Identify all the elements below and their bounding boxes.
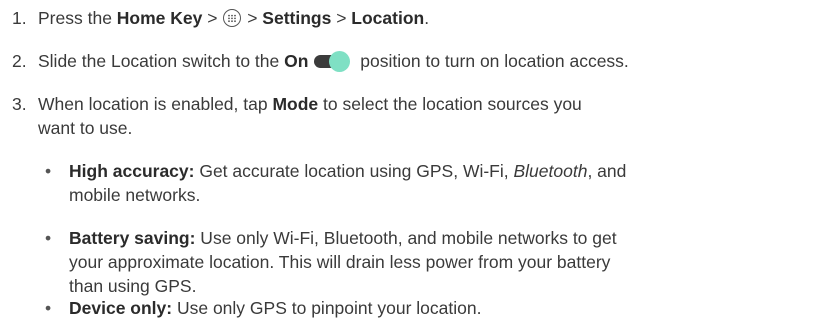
bullet-battery-saving-line1: Battery saving: Use only Wi-Fi, Bluetoot… xyxy=(69,227,617,249)
device-only-label: Device only: xyxy=(69,298,173,318)
step-3-number: 3. xyxy=(12,94,27,114)
on-label: On xyxy=(284,51,309,71)
settings-label: Settings xyxy=(262,8,332,28)
mode-label: Mode xyxy=(272,94,319,114)
high-accuracy-text-end: , and xyxy=(587,161,627,181)
battery-saving-label: Battery saving: xyxy=(69,228,196,248)
step-2-text: Slide the Location switch to the On posi… xyxy=(38,50,629,72)
step-2-number: 2. xyxy=(12,51,27,71)
step-1-number: 1. xyxy=(12,8,27,28)
bullet-device-only-line1: Device only: Use only GPS to pinpoint yo… xyxy=(69,297,481,319)
bullet-marker: • xyxy=(45,298,52,318)
bullet-high-accuracy-line2: mobile networks. xyxy=(69,185,201,205)
step-2-pre: Slide the Location switch to the xyxy=(38,51,285,71)
step-3-text-line2: want to use. xyxy=(38,118,133,138)
step-3-pre: When location is enabled, tap xyxy=(38,94,273,114)
step-3-text-line1: When location is enabled, tap Mode to se… xyxy=(38,93,582,115)
step-1-end: . xyxy=(424,8,430,28)
high-accuracy-label: High accuracy: xyxy=(69,161,195,181)
toggle-knob xyxy=(329,51,351,72)
battery-saving-text: Use only Wi-Fi, Bluetooth, and mobile ne… xyxy=(195,228,617,248)
toggle-switch-on-icon xyxy=(314,51,352,72)
bullet-marker: • xyxy=(45,228,52,248)
high-accuracy-text: Get accurate location using GPS, Wi-Fi, xyxy=(194,161,514,181)
separator: > xyxy=(202,8,223,28)
bullet-battery-saving-line2: your approximate location. This will dra… xyxy=(69,252,611,272)
step-2-post: position to turn on location access. xyxy=(355,51,629,71)
step-3-post: to select the location sources you xyxy=(318,94,582,114)
separator: > xyxy=(242,8,263,28)
apps-grid-icon xyxy=(223,9,242,27)
step-1-text: Press the Home Key > > Settings > Locati… xyxy=(38,7,429,29)
separator: > xyxy=(331,8,352,28)
bullet-high-accuracy-line1: High accuracy: Get accurate location usi… xyxy=(69,160,626,182)
step-1-pre: Press the xyxy=(38,8,117,28)
home-key-label: Home Key xyxy=(116,8,203,28)
device-only-text: Use only GPS to pinpoint your location. xyxy=(172,298,482,318)
bullet-marker: • xyxy=(45,161,52,181)
location-label: Location xyxy=(351,8,425,28)
bullet-battery-saving-line3: than using GPS. xyxy=(69,276,197,296)
bluetooth-italic: Bluetooth xyxy=(513,161,588,181)
